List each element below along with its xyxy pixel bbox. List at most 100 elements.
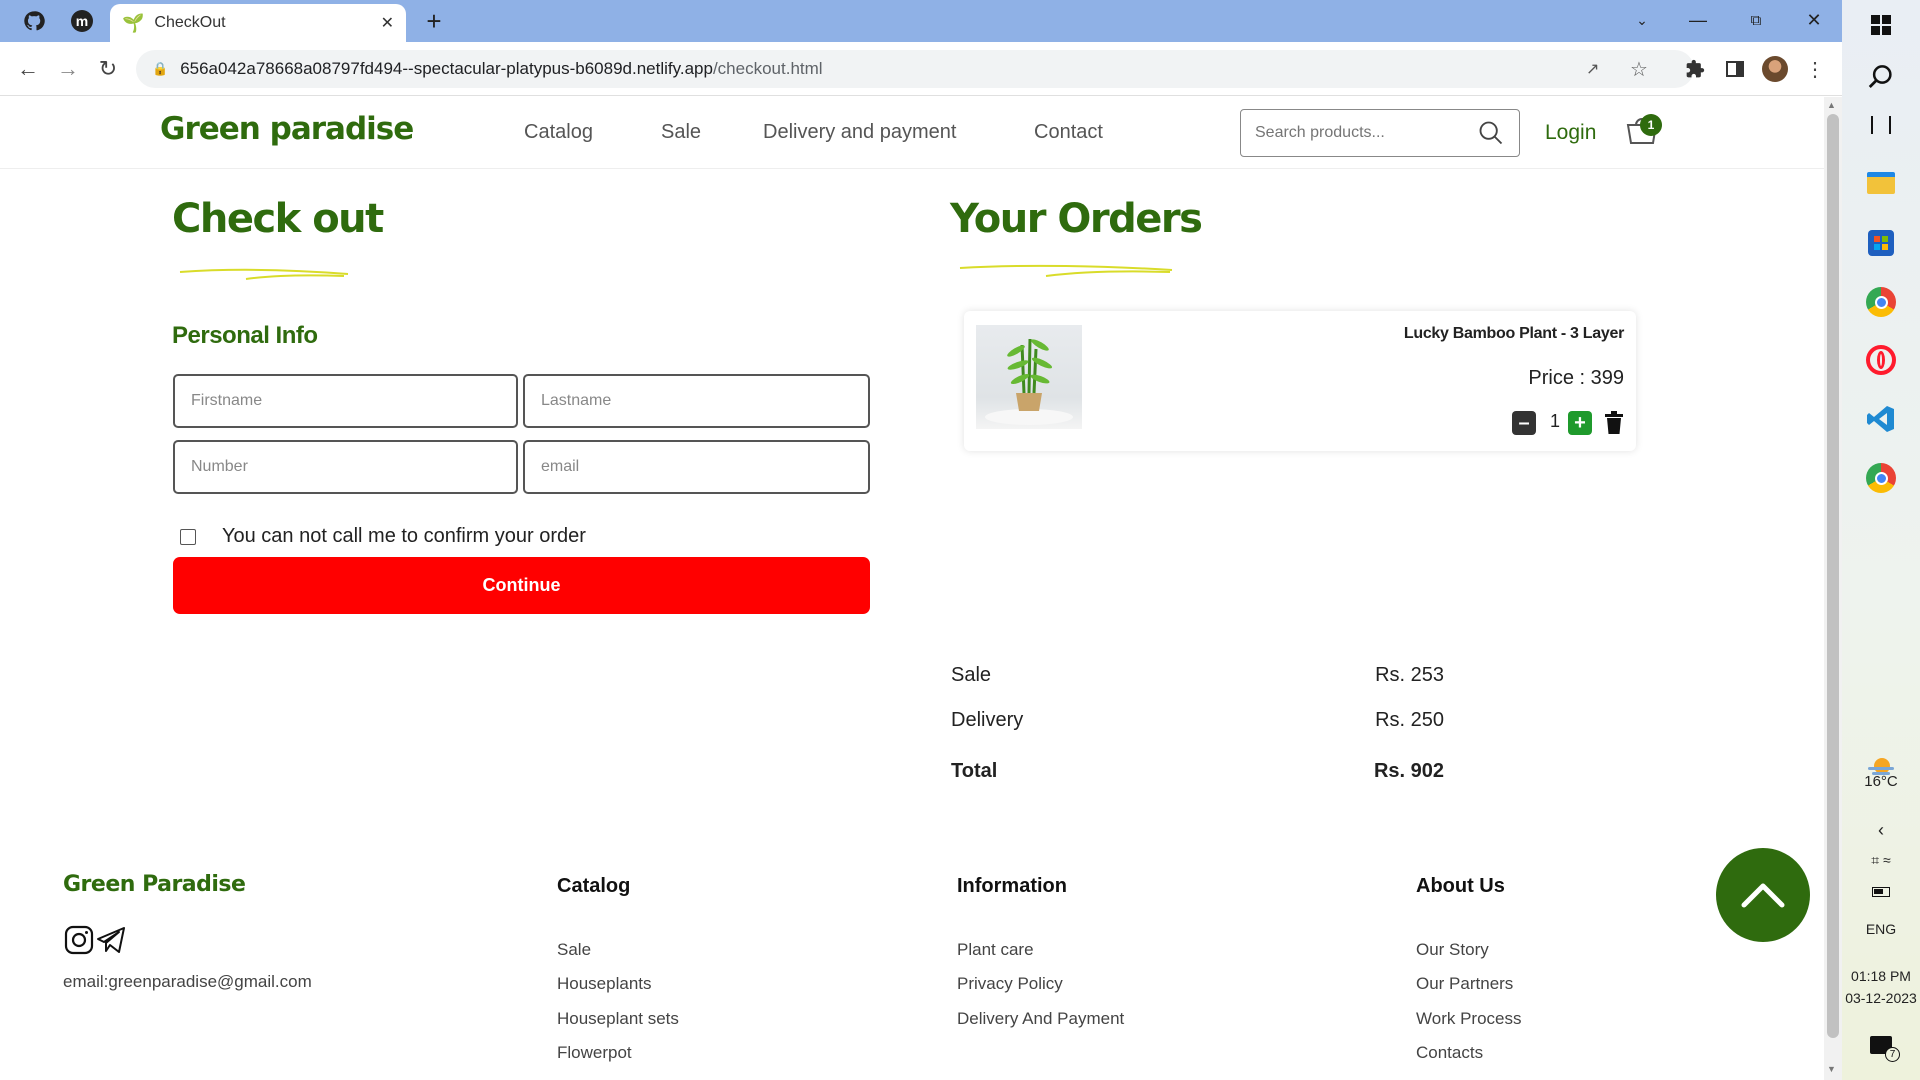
clock-date[interactable]: 03-12-2023	[1842, 990, 1920, 1006]
share-icon[interactable]: ↗	[1586, 59, 1599, 79]
delete-item-icon[interactable]	[1604, 411, 1624, 435]
search-icon[interactable]	[1477, 119, 1505, 147]
quantity-value: 1	[1550, 411, 1561, 431]
notification-count: 7	[1885, 1047, 1900, 1062]
email-field[interactable]	[523, 440, 870, 494]
product-name: Lucky Bamboo Plant - 3 Layer	[1403, 325, 1624, 342]
footer-link-privacy-policy[interactable]: Privacy Policy	[957, 974, 1063, 994]
summary-delivery-label: Delivery	[951, 709, 1024, 731]
close-tab-icon[interactable]: ✕	[381, 13, 394, 33]
nav-contact[interactable]: Contact	[1034, 121, 1103, 144]
scrollbar-thumb[interactable]	[1827, 114, 1839, 1038]
footer-link-flowerpot[interactable]: Flowerpot	[557, 1043, 632, 1063]
telegram-icon[interactable]	[96, 926, 126, 954]
checkout-title: Check out	[172, 196, 384, 242]
footer-link-contacts[interactable]: Contacts	[1416, 1043, 1483, 1063]
footer-brand: Green Paradise	[63, 872, 246, 897]
personal-info-heading: Personal Info	[172, 322, 318, 349]
firstname-field[interactable]	[173, 374, 518, 428]
decrease-quantity-button[interactable]: –	[1512, 411, 1536, 435]
site-header: Green paradise Catalog Sale Delivery and…	[0, 97, 1824, 169]
start-button[interactable]	[1842, 0, 1920, 50]
scroll-down-arrow[interactable]: ▼	[1827, 1064, 1836, 1074]
network-icon[interactable]: ⌗ ≈	[1842, 852, 1920, 869]
product-image	[976, 325, 1082, 429]
title-underline-decoration	[179, 268, 349, 280]
footer-link-houseplants[interactable]: Houseplants	[557, 974, 652, 994]
close-window-button[interactable]: ✕	[1786, 0, 1842, 40]
footer-link-houseplant-sets[interactable]: Houseplant sets	[557, 1009, 679, 1029]
language-indicator[interactable]: ENG	[1842, 921, 1920, 937]
extensions-puzzle-icon[interactable]	[1678, 52, 1712, 86]
sprout-favicon-icon: 🌱	[122, 12, 145, 33]
nav-delivery-and-payment[interactable]: Delivery and payment	[763, 121, 956, 144]
url-bar[interactable]: 🔒 656a042a78668a08797fd494--spectacular-…	[136, 50, 1694, 88]
url-path: /checkout.html	[712, 59, 823, 78]
m-icon: m	[71, 10, 93, 32]
footer-about-heading: About Us	[1416, 875, 1505, 897]
summary-sale-value: Rs. 253	[1375, 664, 1444, 686]
footer-link-our-partners[interactable]: Our Partners	[1416, 974, 1513, 994]
footer-link-sale[interactable]: Sale	[557, 940, 591, 960]
battery-icon[interactable]	[1842, 884, 1920, 901]
microsoft-store-icon[interactable]	[1842, 218, 1920, 268]
number-field[interactable]	[173, 440, 518, 494]
scroll-to-top-button[interactable]	[1716, 848, 1810, 942]
increase-quantity-button[interactable]: +	[1568, 411, 1592, 435]
browser-menu-icon[interactable]: ⋮	[1798, 52, 1832, 86]
footer-link-work-process[interactable]: Work Process	[1416, 1009, 1522, 1029]
reload-button[interactable]: ↻	[88, 52, 128, 86]
footer-link-delivery-and-payment[interactable]: Delivery And Payment	[957, 1009, 1124, 1029]
orders-title: Your Orders	[950, 196, 1203, 242]
tab-search-chevron-icon[interactable]: ⌄	[1614, 0, 1670, 40]
github-pinned-tab[interactable]	[14, 6, 54, 36]
continue-button[interactable]: Continue	[173, 557, 870, 614]
summary-sale-label: Sale	[951, 664, 992, 686]
profile-avatar[interactable]	[1758, 52, 1792, 86]
no-call-checkbox[interactable]	[180, 529, 196, 545]
opera-icon[interactable]	[1842, 335, 1920, 385]
footer-catalog-heading: Catalog	[557, 875, 631, 897]
order-item-card: Lucky Bamboo Plant - 3 Layer Price : 399…	[964, 311, 1636, 451]
footer-information-heading: Information	[957, 875, 1067, 897]
restore-button[interactable]: ⧉	[1728, 0, 1784, 40]
tab-checkout[interactable]: 🌱 CheckOut ✕	[110, 4, 406, 42]
m-pinned-tab[interactable]: m	[62, 6, 102, 36]
new-tab-button[interactable]: +	[414, 6, 454, 36]
windows-taskbar: 16°C ‹ ⌗ ≈ ENG 01:18 PM 03-12-2023 7	[1842, 0, 1920, 1080]
bookmark-star-icon[interactable]: ☆	[1630, 57, 1648, 82]
vscode-icon[interactable]	[1842, 394, 1920, 444]
browser-tab-strip: m 🌱 CheckOut ✕ + ⌄ — ⧉ ✕	[0, 0, 1842, 42]
forward-button[interactable]: →	[48, 52, 88, 86]
product-price: Price : 399	[1528, 367, 1624, 389]
notification-center-icon[interactable]: 7	[1842, 1020, 1920, 1070]
nav-catalog[interactable]: Catalog	[524, 121, 593, 144]
clock-time[interactable]: 01:18 PM	[1842, 968, 1920, 984]
footer-link-plant-care[interactable]: Plant care	[957, 940, 1034, 960]
task-view-icon[interactable]	[1842, 100, 1920, 150]
minimize-button[interactable]: —	[1670, 0, 1726, 40]
chrome-icon-2[interactable]	[1842, 453, 1920, 503]
scroll-up-arrow[interactable]: ▲	[1827, 100, 1836, 110]
summary-delivery-value: Rs. 250	[1375, 709, 1444, 731]
windows-logo-icon	[1871, 15, 1891, 35]
nav-sale[interactable]: Sale	[661, 121, 701, 144]
back-button[interactable]: ←	[8, 52, 48, 86]
chrome-icon[interactable]	[1842, 277, 1920, 327]
search-input[interactable]	[1255, 124, 1477, 142]
cart-count-badge: 1	[1640, 114, 1662, 136]
footer-link-our-story[interactable]: Our Story	[1416, 940, 1489, 960]
orders-underline-decoration	[959, 264, 1173, 277]
instagram-icon[interactable]	[64, 925, 94, 955]
site-logo[interactable]: Green paradise	[160, 111, 414, 147]
show-hidden-icons-chevron[interactable]: ‹	[1842, 820, 1920, 841]
search-taskbar-icon[interactable]	[1842, 52, 1920, 102]
tab-title: CheckOut	[154, 14, 226, 31]
search-box[interactable]	[1240, 109, 1520, 157]
side-panel-icon[interactable]	[1718, 52, 1752, 86]
file-explorer-icon[interactable]	[1842, 158, 1920, 208]
lastname-field[interactable]	[523, 374, 870, 428]
url-host: 656a042a78668a08797fd494--spectacular-pl…	[180, 59, 713, 78]
footer-email[interactable]: email:greenparadise@gmail.com	[63, 972, 312, 992]
login-link[interactable]: Login	[1545, 121, 1596, 145]
